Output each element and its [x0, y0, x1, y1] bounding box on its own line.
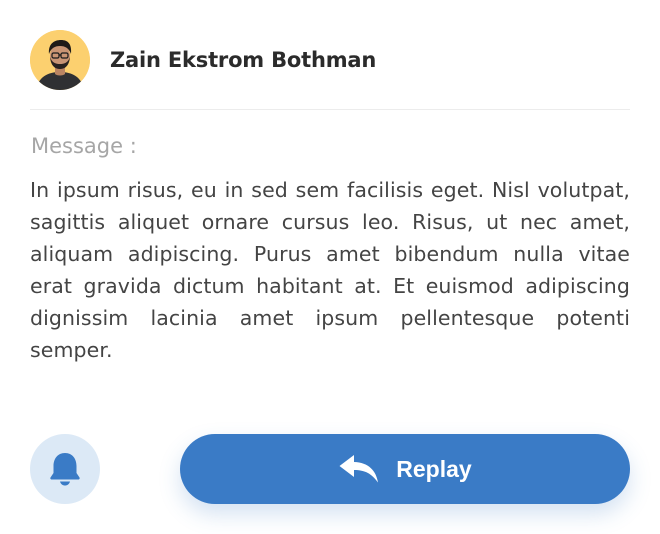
- bell-icon: [48, 451, 82, 487]
- message-card: Zain Ekstrom Bothman Message : In ipsum …: [0, 0, 660, 534]
- header-divider: [30, 109, 630, 110]
- replay-button-label: Replay: [396, 455, 472, 482]
- avatar: [30, 30, 90, 90]
- reply-arrow-icon: [338, 454, 380, 484]
- avatar-image: [30, 30, 90, 90]
- message-body: In ipsum risus, eu in sed sem facilisis …: [30, 178, 630, 362]
- notification-button[interactable]: [30, 434, 100, 504]
- message-label: Message :: [31, 134, 137, 158]
- sender-name: Zain Ekstrom Bothman: [110, 48, 377, 72]
- replay-button[interactable]: Replay: [180, 434, 630, 504]
- sender-header: Zain Ekstrom Bothman: [30, 30, 376, 90]
